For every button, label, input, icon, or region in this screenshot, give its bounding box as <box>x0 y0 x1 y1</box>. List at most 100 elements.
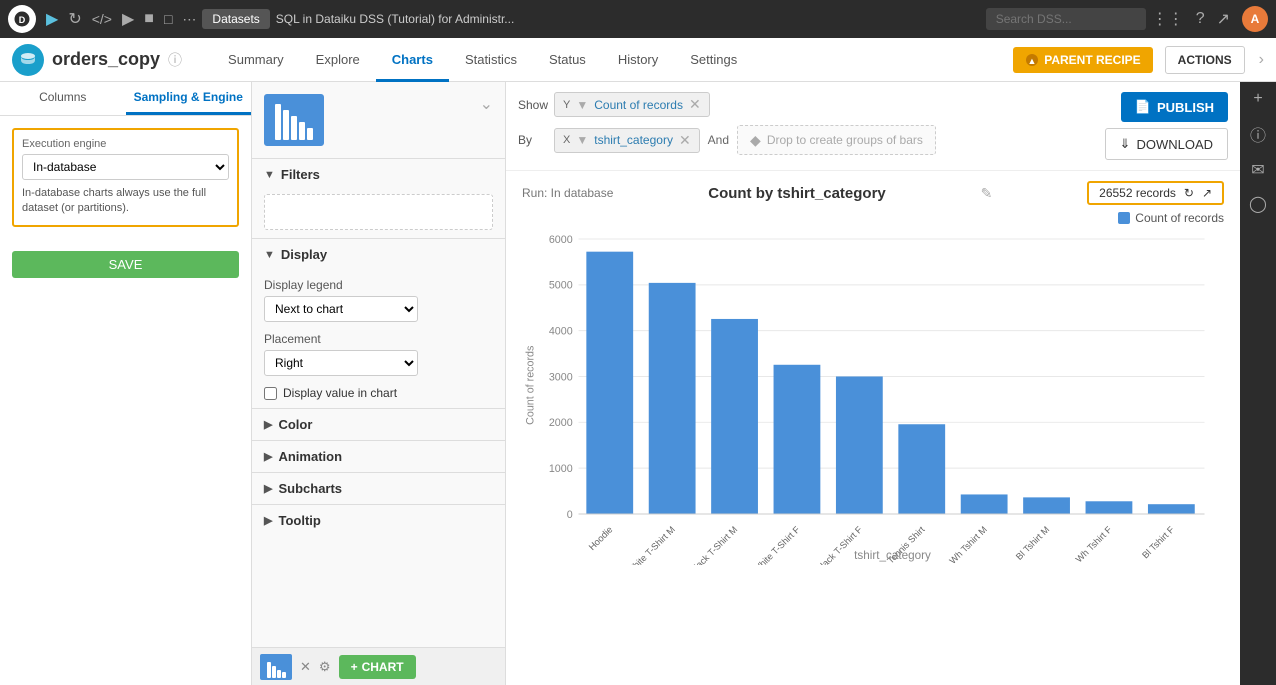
chart-settings-icon[interactable]: ⚙ <box>319 659 331 675</box>
nav-icon-2[interactable]: ↻ <box>68 9 81 29</box>
tooltip-label: Tooltip <box>278 513 320 528</box>
user-avatar[interactable]: A <box>1242 6 1268 32</box>
y-axis-row: Show Y ▼ Count of records ✕ <box>518 92 1105 117</box>
chat-sidebar-icon[interactable]: ✉ <box>1251 160 1264 180</box>
display-value-checkbox[interactable] <box>264 387 277 400</box>
actions-button[interactable]: ACTIONS <box>1165 46 1245 74</box>
svg-text:4000: 4000 <box>549 326 573 338</box>
help-icon[interactable]: ? <box>1196 10 1205 28</box>
engine-select[interactable]: In-database In-memory <box>22 154 229 180</box>
tab-sampling-engine[interactable]: Sampling & Engine <box>126 82 252 115</box>
group-drop-zone[interactable]: ◆ Drop to create groups of bars <box>737 125 936 155</box>
y-field-remove[interactable]: ✕ <box>689 96 701 113</box>
datasets-button[interactable]: Datasets <box>202 9 269 29</box>
svg-text:Bl Tshirt F: Bl Tshirt F <box>1140 524 1176 560</box>
dataset-icon <box>12 44 44 76</box>
svg-text:Wh Tshirt F: Wh Tshirt F <box>1074 524 1114 564</box>
bar-bl-m <box>1023 497 1070 514</box>
legend-label: Count of records <box>1135 211 1224 225</box>
bar-wh-m <box>961 494 1008 514</box>
legend-color-box <box>1118 212 1130 224</box>
color-header[interactable]: ▶ Color <box>252 409 505 440</box>
tab-summary[interactable]: Summary <box>212 38 300 82</box>
nav-icon-6[interactable]: □ <box>164 11 172 27</box>
chart-thumbnail <box>264 94 324 146</box>
info-sidebar-icon[interactable]: ⓘ <box>1250 122 1266 146</box>
bar-bl-f <box>1148 504 1195 514</box>
subcharts-section: ▶ Subcharts <box>252 472 505 504</box>
color-section: ▶ Color <box>252 408 505 440</box>
publish-icon: 📄 <box>1135 99 1151 115</box>
display-value-label: Display value in chart <box>283 386 397 400</box>
grid-icon[interactable]: ⋮⋮ <box>1152 9 1184 29</box>
nav-icon-more[interactable]: ⋯ <box>182 11 196 28</box>
placement-select[interactable]: Right Left Top Bottom <box>264 350 418 376</box>
x-field-remove[interactable]: ✕ <box>679 132 691 149</box>
and-label: And <box>708 133 729 147</box>
bar-black-m <box>711 319 758 514</box>
display-legend-label: Display legend <box>264 278 493 292</box>
bar-white-m <box>649 283 696 514</box>
chart-title: Count by tshirt_category <box>708 185 886 202</box>
show-label: Show <box>518 98 546 112</box>
parent-recipe-icon: ▲ <box>1025 53 1039 67</box>
nav-icon-1[interactable]: ▶ <box>46 9 58 29</box>
chart-icon[interactable]: ↗ <box>1217 9 1230 29</box>
bar-black-f <box>836 376 883 513</box>
bar-wh-f <box>1086 501 1133 514</box>
tab-charts[interactable]: Charts <box>376 38 449 82</box>
tab-explore[interactable]: Explore <box>300 38 376 82</box>
placement-label: Placement <box>264 332 493 346</box>
main-content: Columns Sampling & Engine Execution engi… <box>0 82 1276 685</box>
settings-sidebar-icon[interactable]: ◯ <box>1249 194 1267 214</box>
download-button[interactable]: ⇓ DOWNLOAD <box>1105 128 1228 160</box>
display-header[interactable]: ▼ Display <box>252 239 505 270</box>
svg-text:5000: 5000 <box>549 280 573 292</box>
tab-status[interactable]: Status <box>533 38 602 82</box>
filter-drop-zone[interactable] <box>264 194 493 230</box>
display-arrow-icon: ▼ <box>264 249 275 261</box>
subcharts-header[interactable]: ▶ Subcharts <box>252 473 505 504</box>
expand-icon[interactable]: ↗ <box>1202 186 1212 200</box>
back-arrow-icon[interactable]: › <box>1259 51 1264 69</box>
save-button[interactable]: SAVE <box>12 251 239 278</box>
dataset-info-icon[interactable]: ⓘ <box>168 50 182 70</box>
filters-arrow-icon: ▼ <box>264 169 275 181</box>
nav-icon-4[interactable]: ▶ <box>122 9 134 29</box>
nav-icon-3[interactable]: </> <box>92 11 112 27</box>
display-legend-select[interactable]: Next to chart Above chart Below chart No… <box>264 296 418 322</box>
animation-arrow-icon: ▶ <box>264 450 272 463</box>
app-logo: D <box>8 5 36 33</box>
add-chart-button[interactable]: + CHART <box>339 655 416 679</box>
topbar: D ▶ ↻ </> ▶ ■ □ ⋯ Datasets SQL in Dataik… <box>0 0 1276 38</box>
bottom-chart-thumb <box>260 654 292 680</box>
tab-settings[interactable]: Settings <box>674 38 753 82</box>
y-axis-badge: Y ▼ Count of records ✕ <box>554 92 710 117</box>
svg-text:2000: 2000 <box>549 417 573 429</box>
refresh-icon[interactable]: ↻ <box>1184 186 1194 200</box>
parent-recipe-button[interactable]: ▲ PARENT RECIPE <box>1013 47 1152 73</box>
tooltip-header[interactable]: ▶ Tooltip <box>252 505 505 536</box>
chart-header: Run: In database Count by tshirt_categor… <box>522 181 1224 205</box>
animation-label: Animation <box>278 449 342 464</box>
search-input[interactable] <box>986 8 1146 30</box>
chart-thumb-arrow[interactable]: ⌄ <box>480 94 493 114</box>
filters-section: ▼ Filters <box>252 158 505 230</box>
bar-chart-svg: 6000 5000 4000 3000 2000 1000 0 Count of… <box>522 225 1224 565</box>
nav-tabs: Summary Explore Charts Statistics Status… <box>212 38 753 82</box>
nav-icon-5[interactable]: ■ <box>144 10 154 28</box>
chart-edit-icon[interactable]: ✎ <box>981 185 993 202</box>
tab-columns[interactable]: Columns <box>0 82 126 115</box>
engine-note: In-database charts always use the full d… <box>22 186 229 217</box>
chart-display: Run: In database Count by tshirt_categor… <box>506 171 1240 685</box>
animation-header[interactable]: ▶ Animation <box>252 441 505 472</box>
publish-button[interactable]: 📄 PUBLISH <box>1121 92 1228 122</box>
filters-header[interactable]: ▼ Filters <box>252 159 505 190</box>
delete-chart-icon[interactable]: ✕ <box>300 659 311 675</box>
chart-thumbnail-area: ⌄ <box>252 82 505 158</box>
svg-text:Bl Tshirt M: Bl Tshirt M <box>1014 524 1051 561</box>
thumb-bar-2 <box>283 110 289 140</box>
plus-sidebar-icon[interactable]: + <box>1253 90 1262 108</box>
tab-statistics[interactable]: Statistics <box>449 38 533 82</box>
tab-history[interactable]: History <box>602 38 674 82</box>
